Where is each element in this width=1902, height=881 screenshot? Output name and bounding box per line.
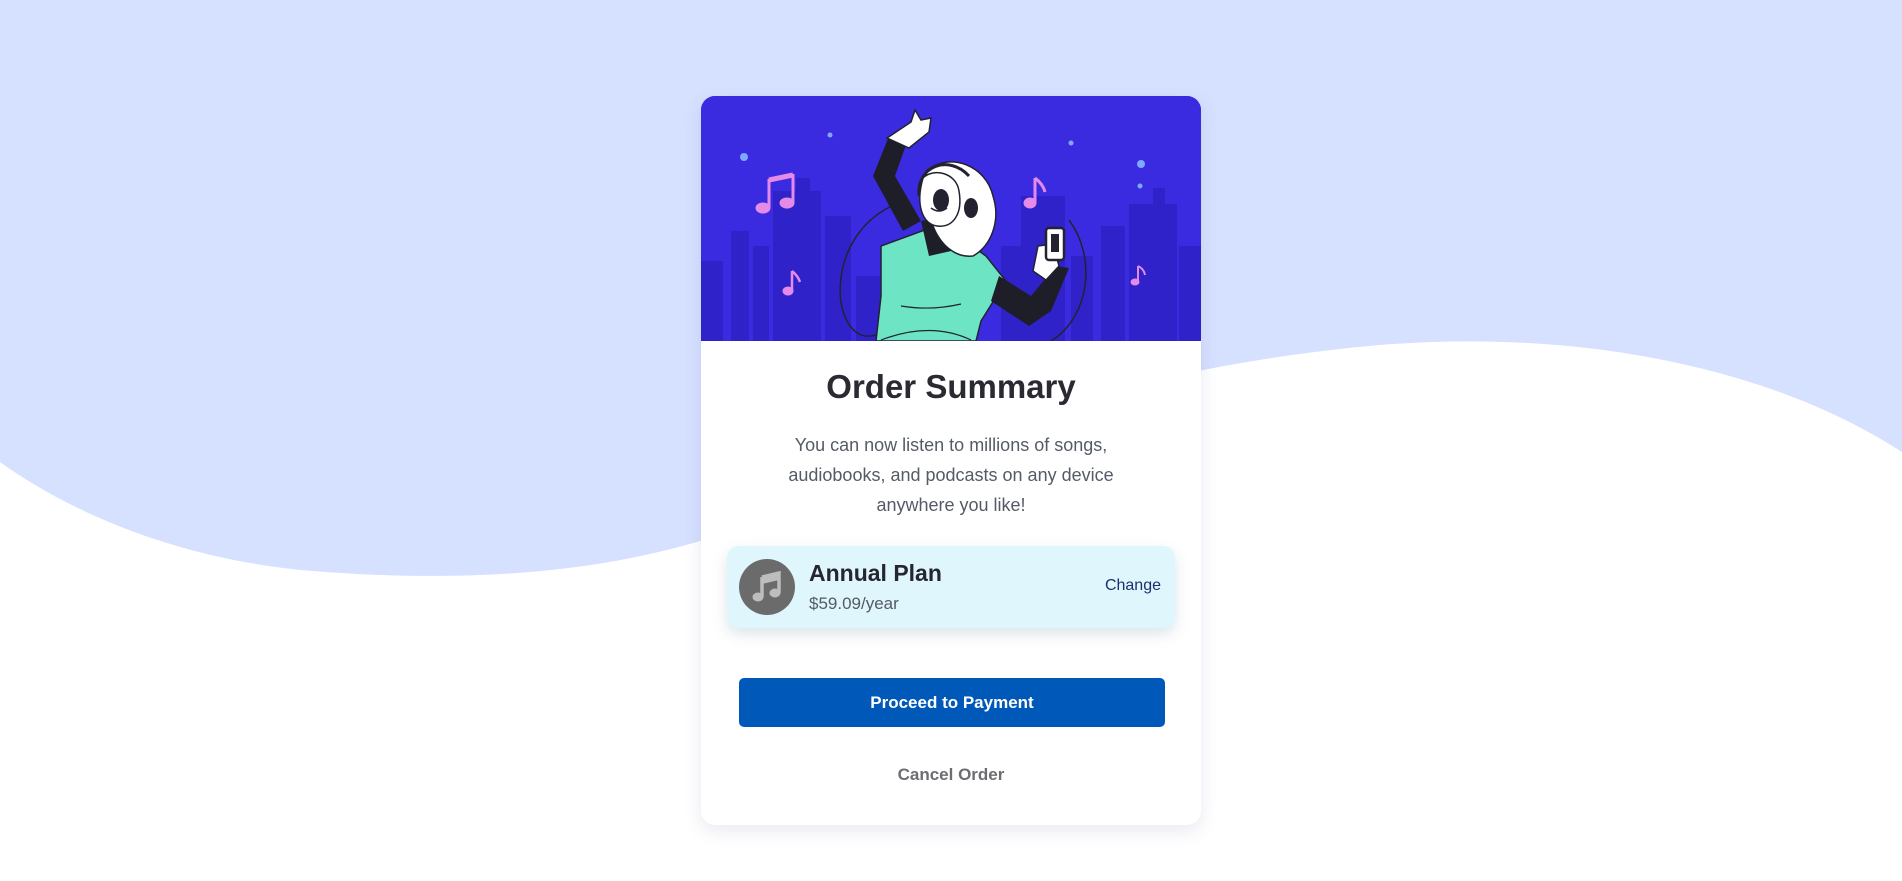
cancel-order-button[interactable]: Cancel Order <box>851 760 1051 790</box>
proceed-to-payment-button[interactable]: Proceed to Payment <box>739 678 1165 727</box>
summary-description: You can now listen to millions of songs,… <box>788 435 1114 515</box>
plan-card: Annual Plan $59.09/year Change <box>727 546 1175 628</box>
plan-price: $59.09/year <box>809 594 899 613</box>
page-title: Order Summary <box>826 368 1076 405</box>
change-plan-link[interactable]: Change <box>1105 577 1161 595</box>
page: Order Summary You can now listen to mill… <box>0 0 1902 881</box>
dancing-listener-illustration <box>701 96 1201 341</box>
music-note-icon <box>739 559 795 615</box>
plan-name: Annual Plan <box>809 560 942 586</box>
order-summary-card: Order Summary You can now listen to mill… <box>701 96 1201 825</box>
hero-illustration <box>701 96 1201 341</box>
